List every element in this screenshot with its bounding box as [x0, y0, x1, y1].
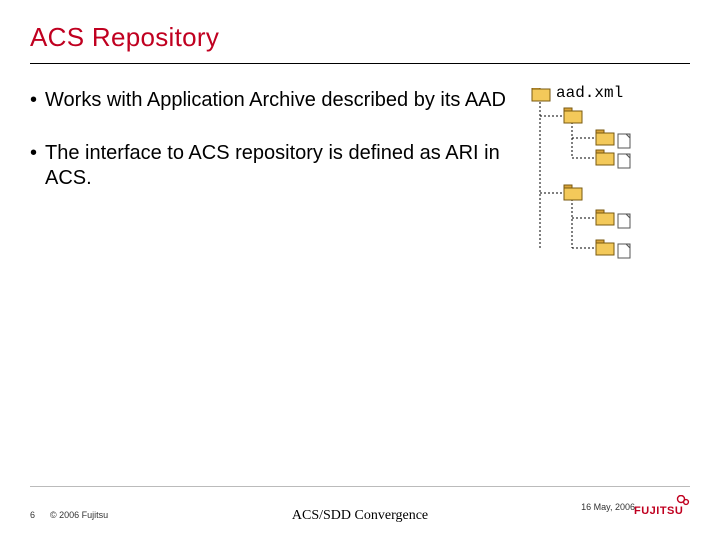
bullet-dot: •	[30, 88, 37, 113]
bullet-item: • Works with Application Archive describ…	[30, 88, 510, 113]
footer-date: 16 May, 2006	[581, 502, 635, 512]
folder-icon	[596, 210, 614, 225]
logo-text: FUJITSU	[634, 505, 683, 517]
slide-title: ACS Repository	[30, 22, 690, 53]
title-rule	[30, 63, 690, 64]
bullet-text: Works with Application Archive described…	[45, 88, 506, 113]
tree-diagram: aad.xml	[520, 88, 690, 268]
copyright: © 2006 Fujitsu	[50, 510, 108, 520]
file-icon	[618, 154, 630, 168]
folder-tree-icon	[520, 88, 690, 268]
file-icon	[618, 134, 630, 148]
file-icon	[618, 244, 630, 258]
folder-icon	[596, 130, 614, 145]
folder-icon	[532, 88, 550, 101]
footer: 6 © 2006 Fujitsu ACS/SDD Convergence 16 …	[0, 494, 720, 526]
bullet-dot: •	[30, 141, 37, 191]
folder-icon	[596, 240, 614, 255]
footer-center: ACS/SDD Convergence	[292, 508, 428, 524]
page-number: 6	[30, 510, 35, 520]
file-icon	[618, 214, 630, 228]
bullet-item: • The interface to ACS repository is def…	[30, 141, 510, 191]
fujitsu-logo: FUJITSU	[634, 495, 690, 522]
folder-icon	[596, 150, 614, 165]
body-row: • Works with Application Archive describ…	[30, 88, 690, 268]
folder-icon	[564, 185, 582, 200]
footer-rule	[30, 486, 690, 487]
text-column: • Works with Application Archive describ…	[30, 88, 510, 268]
bullet-text: The interface to ACS repository is defin…	[45, 141, 510, 191]
folder-icon	[564, 108, 582, 123]
